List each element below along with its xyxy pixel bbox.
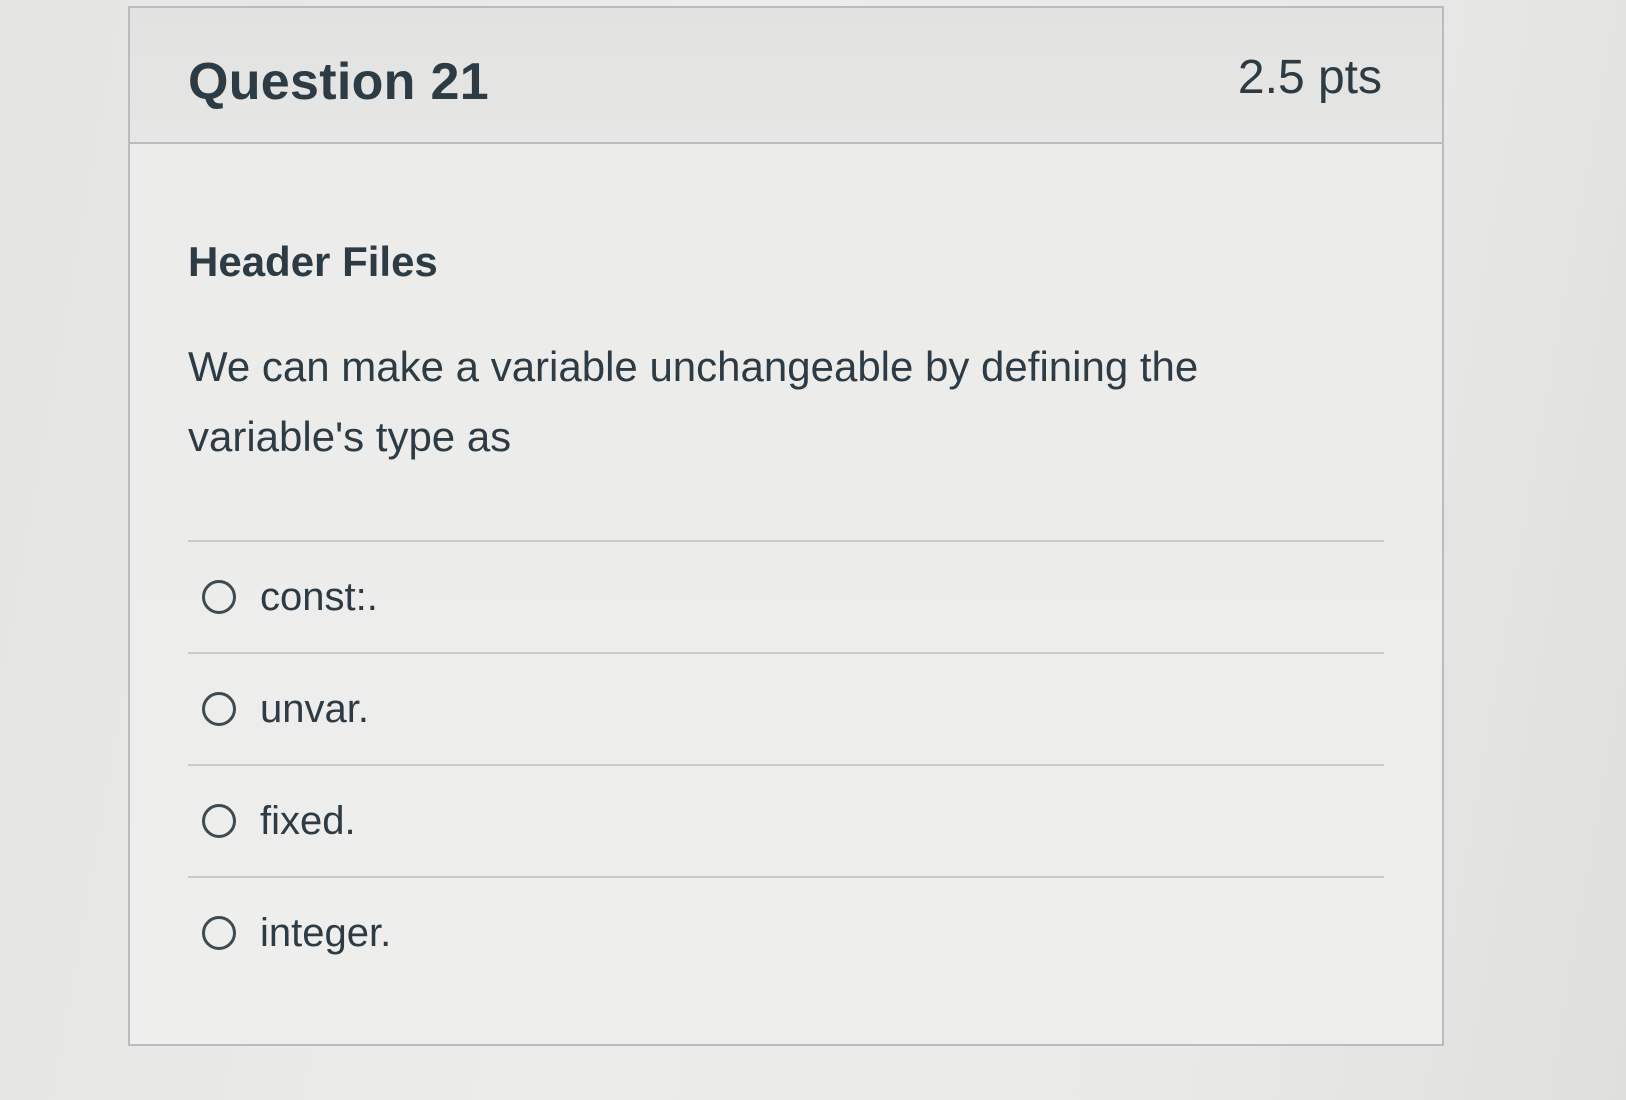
radio-button[interactable] <box>202 804 236 838</box>
question-topic: Header Files <box>188 238 438 285</box>
answer-label[interactable]: fixed. <box>260 799 356 844</box>
radio-button[interactable] <box>202 916 236 950</box>
question-prompt: We can make a variable unchangeable by d… <box>188 343 1199 460</box>
radio-button[interactable] <box>202 692 236 726</box>
answer-label[interactable]: const:. <box>260 575 378 620</box>
question-points: 2.5 pts <box>1237 51 1382 104</box>
answer-label[interactable]: integer. <box>260 911 391 956</box>
answer-list: const:. unvar. fixed. integer. <box>188 540 1384 988</box>
answer-option[interactable]: fixed. <box>188 764 1384 876</box>
answer-option[interactable]: unvar. <box>188 652 1384 764</box>
answer-option[interactable]: integer. <box>188 876 1384 988</box>
radio-button[interactable] <box>202 580 236 614</box>
answer-option[interactable]: const:. <box>188 540 1384 652</box>
question-card: Question 21 2.5 pts Header Files We can … <box>128 6 1444 1046</box>
question-header: Question 21 2.5 pts <box>130 8 1442 144</box>
question-title: Question 21 <box>188 53 489 111</box>
answer-label[interactable]: unvar. <box>260 687 369 732</box>
